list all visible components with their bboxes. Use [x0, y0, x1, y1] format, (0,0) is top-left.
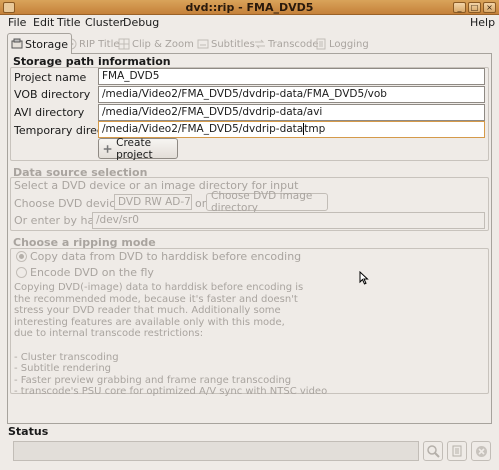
notebook-tabs: Storage RIP Title Clip & Zoom Subtitles … — [7, 33, 492, 54]
tab-subtitles[interactable]: Subtitles — [194, 35, 258, 53]
device-path-field[interactable]: /dev/sr0 — [92, 212, 485, 229]
search-icon — [427, 445, 440, 458]
list-icon — [452, 445, 462, 457]
desc-line: interesting features are available only … — [14, 316, 285, 328]
desc-line: - Subtitle rendering — [14, 363, 112, 375]
dvd-device-label: Choose DVD device — [14, 197, 123, 210]
tab-clip-zoom[interactable]: Clip & Zoom — [115, 35, 197, 53]
avi-directory-field[interactable]: /media/Video2/FMA_DVD5/dvdrip-data/avi — [98, 104, 485, 121]
subtitles-icon — [197, 39, 209, 49]
desc-line: stress your DVD reader that much. Additi… — [14, 305, 281, 317]
tab-transcode[interactable]: Transcode — [251, 35, 322, 53]
menu-bar: File Edit Title Cluster Debug Help — [0, 15, 499, 32]
desc-line — [14, 340, 314, 352]
temp-dir-text-tail: tmp — [304, 123, 326, 135]
minimize-icon[interactable]: _ — [453, 2, 466, 13]
tab-logging-label: Logging — [329, 38, 369, 50]
status-progress-bar — [13, 441, 419, 461]
or-label: or — [195, 197, 207, 210]
dvd-device-select[interactable]: DVD RW AD-7190S — [114, 194, 192, 210]
vob-directory-label: VOB directory — [14, 88, 91, 101]
encode-on-fly-radio[interactable] — [16, 267, 27, 278]
create-project-button[interactable]: Create project — [98, 136, 178, 161]
menu-title[interactable]: Title — [57, 16, 81, 29]
desc-line: the recommended mode, because it's faste… — [14, 293, 298, 305]
tab-logging[interactable]: Logging — [312, 35, 372, 53]
status-search-button[interactable] — [423, 441, 443, 461]
temp-dir-text: /media/Video2/FMA_DVD5/dvdrip-data — [102, 123, 304, 135]
desc-line: - transcode's PSU core for optimized A/V… — [14, 386, 328, 398]
close-icon[interactable]: × — [483, 2, 496, 13]
maximize-icon[interactable]: □ — [468, 2, 481, 13]
tab-subtitles-label: Subtitles — [211, 38, 255, 50]
transcode-icon — [255, 39, 265, 49]
menu-debug[interactable]: Debug — [123, 16, 159, 29]
choose-image-label: Choose DVD image directory — [211, 190, 313, 214]
plus-icon — [103, 144, 112, 153]
project-name-label: Project name — [14, 71, 87, 84]
status-log-button[interactable] — [447, 441, 467, 461]
desc-line: due to internal transcode restrictions: — [14, 328, 204, 340]
mouse-cursor-icon — [359, 271, 369, 285]
tab-storage-label: Storage — [25, 37, 69, 51]
copy-to-harddisk-label: Copy data from DVD to harddisk before en… — [30, 250, 302, 263]
choose-image-directory-button[interactable]: Choose DVD image directory — [206, 190, 328, 214]
temporary-directory-field[interactable]: /media/Video2/FMA_DVD5/dvdrip-datatmp — [98, 121, 485, 138]
tab-transcode-label: Transcode — [268, 38, 319, 50]
title-bar: dvd::rip - FMA_DVD5 _ □ × — [0, 0, 499, 15]
desc-line: - Cluster transcoding — [14, 351, 119, 363]
vob-directory-field[interactable]: /media/Video2/FMA_DVD5/dvdrip-data/FMA_D… — [98, 86, 485, 103]
status-cancel-button[interactable] — [471, 441, 491, 461]
create-project-label: Create project — [116, 136, 153, 161]
ripping-description: Copying DVD(-image) data to harddisk bef… — [14, 282, 328, 398]
menu-cluster[interactable]: Cluster — [85, 16, 124, 29]
menu-help[interactable]: Help — [470, 16, 495, 29]
copy-to-harddisk-radio[interactable] — [16, 251, 27, 262]
storage-icon — [11, 38, 23, 49]
status-title: Status — [8, 425, 49, 438]
project-name-field[interactable]: FMA_DVD5 — [98, 68, 485, 85]
tab-clip-zoom-label: Clip & Zoom — [132, 38, 194, 50]
cancel-icon — [475, 445, 487, 457]
avi-directory-label: AVI directory — [14, 106, 85, 119]
logging-icon — [316, 38, 326, 50]
tab-rip-title-label: RIP Title — [79, 38, 120, 50]
desc-line: - Faster preview grabbing and frame rang… — [14, 374, 292, 386]
menu-file[interactable]: File — [8, 16, 26, 29]
window-title: dvd::rip - FMA_DVD5 — [185, 1, 314, 14]
encode-on-fly-label: Encode DVD on the fly — [30, 266, 154, 279]
tab-storage[interactable]: Storage — [7, 33, 73, 54]
menu-edit[interactable]: Edit — [33, 16, 54, 29]
desc-line: Copying DVD(-image) data to harddisk bef… — [14, 282, 304, 293]
clip-icon — [118, 38, 130, 50]
